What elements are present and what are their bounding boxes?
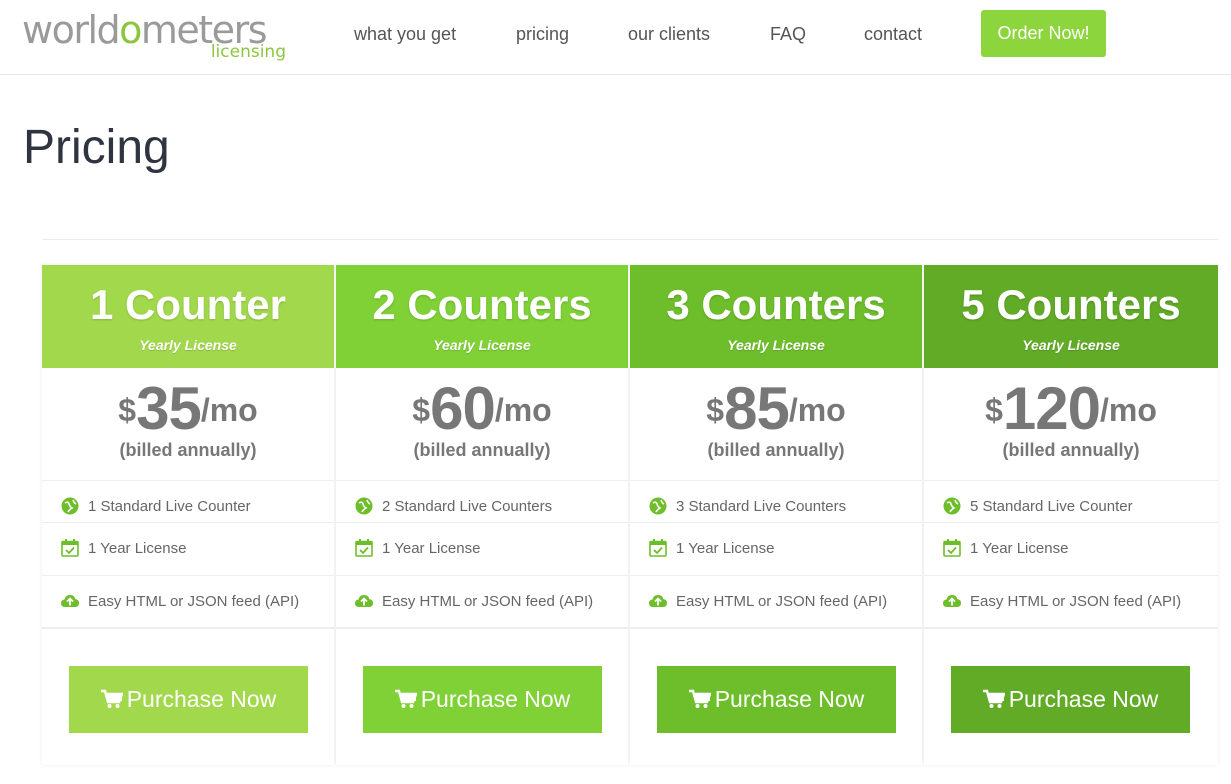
feature-text: 1 Year License	[676, 540, 775, 557]
nav-contact[interactable]: contact	[864, 23, 922, 45]
billing-note: (billed annually)	[707, 440, 845, 460]
plan-card-5-counters: 5 Counters Yearly License $120/mo (bille…	[924, 265, 1218, 765]
feature-text: Easy HTML or JSON feed (API)	[382, 593, 594, 610]
purchase-button[interactable]: Purchase Now	[657, 666, 896, 733]
plan-card-3-counters: 3 Counters Yearly License $85/mo (billed…	[630, 265, 922, 765]
feature-text: 1 Year License	[88, 540, 187, 557]
cloud-upload-icon	[355, 595, 373, 607]
feature-text: 1 Standard Live Counter	[88, 498, 251, 515]
price-amount: 120	[1002, 375, 1101, 442]
plan-price: $60/mo	[336, 378, 628, 440]
feature-divider	[630, 627, 922, 629]
purchase-button[interactable]: Purchase Now	[363, 666, 602, 733]
nav-what-you-get[interactable]: what you get	[354, 23, 456, 45]
calendar-check-icon	[355, 539, 373, 557]
feature-text: Easy HTML or JSON feed (API)	[88, 593, 300, 610]
price-currency: $	[118, 392, 137, 428]
globe-icon	[61, 497, 79, 515]
purchase-button[interactable]: Purchase Now	[69, 666, 308, 733]
divider	[42, 239, 1218, 240]
feature-text: Easy HTML or JSON feed (API)	[676, 593, 888, 610]
purchase-button-label: Purchase Now	[714, 686, 865, 712]
cloud-upload-icon	[649, 595, 667, 607]
feature-row: Easy HTML or JSON feed (API)	[924, 575, 1218, 628]
plan-header: 1 Counter Yearly License	[42, 265, 334, 368]
plan-header: 3 Counters Yearly License	[630, 265, 922, 368]
price-currency: $	[412, 392, 431, 428]
cart-icon	[100, 689, 124, 708]
calendar-check-icon	[61, 539, 79, 557]
cart-icon	[394, 689, 418, 708]
price-currency: $	[706, 392, 725, 428]
nav-pricing[interactable]: pricing	[516, 23, 569, 45]
plan-title: 1 Counter	[89, 281, 286, 328]
feature-divider	[42, 627, 334, 629]
purchase-button-label: Purchase Now	[420, 686, 571, 712]
plan-card-1-counter: 1 Counter Yearly License $35/mo (billed …	[42, 265, 334, 765]
plan-subtitle: Yearly License	[433, 337, 531, 353]
page-title: Pricing	[23, 121, 170, 174]
plan-title: 3 Counters	[666, 281, 886, 328]
price-amount: 85	[724, 375, 790, 442]
feature-text: 3 Standard Live Counters	[676, 498, 847, 515]
plan-title: 2 Counters	[372, 281, 592, 328]
cart-icon	[982, 689, 1006, 708]
plan-price: $120/mo	[924, 378, 1218, 440]
plan-header: 2 Counters Yearly License	[336, 265, 628, 368]
feature-divider	[924, 627, 1218, 629]
pricing-cards: 1 Counter Yearly License $35/mo (billed …	[42, 265, 1218, 765]
feature-row: 1 Year License	[42, 522, 334, 575]
plan-header: 5 Counters Yearly License	[924, 265, 1218, 368]
feature-row: Easy HTML or JSON feed (API)	[42, 575, 334, 628]
billing-note: (billed annually)	[1002, 440, 1140, 460]
purchase-button-label: Purchase Now	[126, 686, 277, 712]
feature-divider	[336, 627, 628, 629]
nav-our-clients[interactable]: our clients	[628, 23, 710, 45]
billing-note: (billed annually)	[119, 440, 257, 460]
order-now-button[interactable]: Order Now!	[981, 10, 1106, 57]
plan-card-2-counters: 2 Counters Yearly License $60/mo (billed…	[336, 265, 628, 765]
plan-subtitle: Yearly License	[1022, 337, 1120, 353]
feature-text: 1 Year License	[382, 540, 481, 557]
price-period: /mo	[788, 392, 846, 428]
price-amount: 35	[136, 375, 202, 442]
price-period: /mo	[1100, 392, 1157, 428]
nav-faq[interactable]: FAQ	[770, 23, 806, 45]
feature-row: Easy HTML or JSON feed (API)	[630, 575, 922, 628]
price-amount: 60	[430, 375, 496, 442]
feature-row: 1 Year License	[336, 522, 628, 575]
cart-icon	[688, 689, 712, 708]
site-header: worldometers licensing what you get pric…	[0, 0, 1231, 75]
globe-icon	[649, 497, 667, 515]
cloud-upload-icon	[61, 595, 79, 607]
plan-subtitle: Yearly License	[727, 337, 825, 353]
feature-text: Easy HTML or JSON feed (API)	[970, 593, 1182, 610]
price-period: /mo	[200, 392, 258, 428]
feature-text: 5 Standard Live Counter	[970, 498, 1133, 515]
calendar-check-icon	[649, 539, 667, 557]
plan-price: $85/mo	[630, 378, 922, 440]
price-period: /mo	[494, 392, 552, 428]
billing-note: (billed annually)	[413, 440, 551, 460]
plan-subtitle: Yearly License	[139, 337, 237, 353]
cloud-upload-icon	[943, 595, 961, 607]
feature-text: 1 Year License	[970, 540, 1069, 557]
feature-text: 2 Standard Live Counters	[382, 498, 553, 515]
purchase-button[interactable]: Purchase Now	[951, 666, 1190, 733]
globe-icon	[355, 497, 373, 515]
main-nav: what you get pricing our clients FAQ con…	[0, 0, 1231, 70]
globe-icon	[943, 497, 961, 515]
plan-price: $35/mo	[42, 378, 334, 440]
purchase-button-label: Purchase Now	[1008, 686, 1159, 712]
feature-row: 1 Year License	[924, 522, 1218, 575]
plan-title: 5 Counters	[961, 281, 1181, 328]
price-currency: $	[985, 392, 1003, 428]
calendar-check-icon	[943, 539, 961, 557]
feature-row: 1 Year License	[630, 522, 922, 575]
feature-row: Easy HTML or JSON feed (API)	[336, 575, 628, 628]
